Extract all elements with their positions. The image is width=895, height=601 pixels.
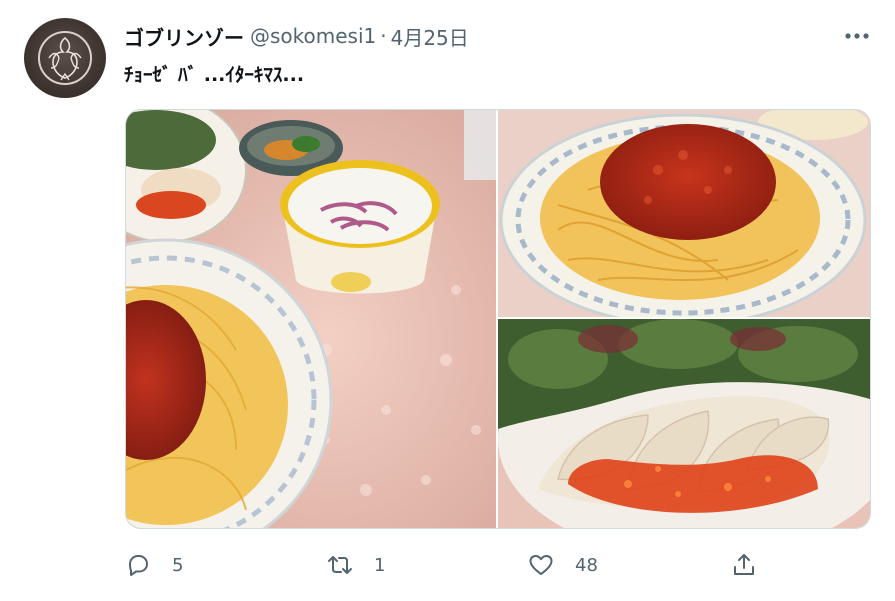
photo-pasta-image [498,110,870,317]
photo-chicken[interactable] [498,319,870,528]
reply-button[interactable]: 5 [124,551,183,579]
like-button[interactable]: 48 [527,551,598,579]
photo-table-spread-image [126,110,496,528]
tweet-text: ﾁｮｰｾﾞ ﾊﾞ ...ｲﾀｰｷﾏｽ... [124,64,305,86]
retweet-icon [328,556,352,574]
separator-dot: · [380,24,387,48]
tweet-header: ゴブリンゾー @sokomesi1 · 4月25日 [124,18,871,54]
tweet-date[interactable]: 4月25日 [391,22,469,51]
photo-pasta[interactable] [498,110,870,317]
heart-icon [529,555,553,575]
like-count: 48 [575,554,598,576]
media-grid [125,109,871,529]
tweet-actions: 5 1 48 [124,545,764,585]
author-name[interactable]: ゴブリンゾー [124,22,244,51]
avatar[interactable] [24,18,106,98]
retweet-button[interactable]: 1 [326,551,385,579]
share-button[interactable] [730,551,758,579]
author-handle[interactable]: @sokomesi1 [250,24,376,48]
more-options-button[interactable] [843,24,871,48]
reply-count: 5 [172,554,184,576]
photo-chicken-image [498,319,870,528]
retweet-count: 1 [374,554,386,576]
photo-table-spread[interactable] [126,110,496,528]
share-icon [734,554,754,575]
reply-icon [129,555,148,576]
crane-crest-icon [38,31,92,85]
more-horizontal-icon [845,33,869,39]
